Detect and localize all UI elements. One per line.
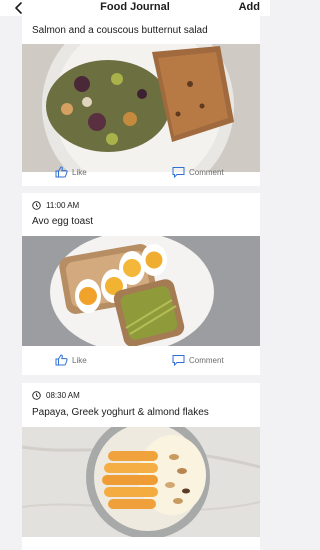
thumbs-up-icon bbox=[55, 354, 68, 366]
papaya-yoghurt-photo[interactable] bbox=[22, 427, 260, 537]
avo-egg-toast-photo[interactable] bbox=[22, 236, 260, 346]
thumbs-up-icon bbox=[55, 166, 68, 178]
entry-actions: Like Comment bbox=[22, 163, 260, 181]
entry-actions: Like Comment bbox=[22, 351, 260, 369]
comment-icon bbox=[172, 167, 185, 178]
comment-icon bbox=[172, 355, 185, 366]
comment-label: Comment bbox=[189, 167, 224, 177]
like-button[interactable]: Like bbox=[55, 354, 87, 366]
entry-caption: Salmon and a couscous butternut salad bbox=[32, 25, 208, 36]
entry-time: 11:00 AM bbox=[32, 199, 79, 211]
like-button[interactable]: Like bbox=[55, 166, 87, 178]
like-label: Like bbox=[72, 167, 87, 177]
comment-label: Comment bbox=[189, 355, 224, 365]
top-bar: Food Journal Add bbox=[0, 0, 270, 16]
page-title: Food Journal bbox=[100, 1, 170, 13]
add-button[interactable]: Add bbox=[239, 1, 260, 13]
like-label: Like bbox=[72, 355, 87, 365]
clock-icon bbox=[32, 390, 41, 400]
entry-caption: Avo egg toast bbox=[32, 216, 93, 227]
entry-time: 08:30 AM bbox=[32, 389, 80, 401]
clock-icon bbox=[32, 200, 41, 210]
time-text: 08:30 AM bbox=[46, 390, 80, 400]
entry-caption: Papaya, Greek yoghurt & almond flakes bbox=[32, 407, 209, 418]
comment-button[interactable]: Comment bbox=[172, 354, 224, 366]
salmon-salad-photo[interactable] bbox=[22, 44, 260, 172]
journal-entry-card[interactable]: Salmon and a couscous butternut salad Li… bbox=[22, 16, 260, 186]
comment-button[interactable]: Comment bbox=[172, 166, 224, 178]
journal-entry-card[interactable]: 08:30 AM Papaya, Greek yoghurt & almond … bbox=[22, 383, 260, 550]
time-text: 11:00 AM bbox=[46, 200, 80, 210]
journal-entry-card[interactable]: 11:00 AM Avo egg toast Like Comment bbox=[22, 193, 260, 375]
